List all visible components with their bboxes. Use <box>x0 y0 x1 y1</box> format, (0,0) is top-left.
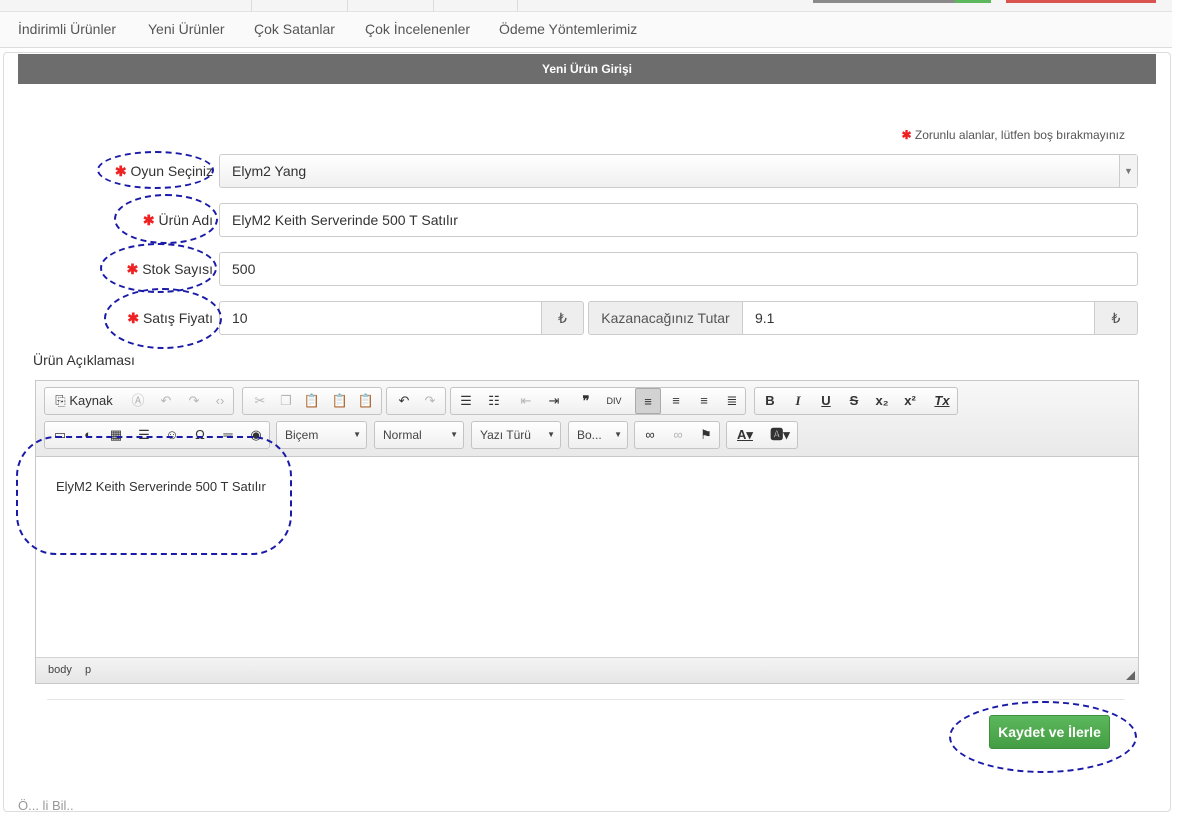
numbered-list-icon[interactable]: ☰ <box>453 388 479 414</box>
resize-handle-icon[interactable] <box>1126 671 1135 680</box>
lira-icon: ₺ <box>1094 301 1138 335</box>
subscript-icon[interactable]: x₂ <box>869 388 895 414</box>
background-color-icon[interactable]: 🅰▾ <box>763 422 797 448</box>
annotation-oval <box>100 243 217 293</box>
divider <box>47 699 1125 700</box>
required-note: ✱ Zorunlu alanlar, lütfen boş bırakmayın… <box>901 128 1125 142</box>
chevron-down-icon: ▼ <box>450 430 458 439</box>
price-input[interactable]: 10 <box>219 301 542 335</box>
paragraph-format-label: Normal <box>383 428 422 442</box>
copy-icon[interactable]: ❐ <box>273 388 299 414</box>
link-icon[interactable]: ∞ <box>637 422 663 448</box>
redo-arrow-icon[interactable]: ↷ <box>417 388 443 414</box>
top-tab[interactable] <box>0 0 252 12</box>
format-style-select[interactable]: Biçem ▼ <box>276 421 367 449</box>
product-name-input[interactable]: ElyM2 Keith Serverinde 500 T Satılır <box>219 203 1138 237</box>
undo-arrow-icon[interactable]: ↶ <box>391 388 417 414</box>
nav-most-reviewed[interactable]: Çok İncelenenler <box>365 21 470 37</box>
lira-icon: ₺ <box>541 301 584 335</box>
top-tab[interactable] <box>348 0 434 12</box>
chevron-down-icon: ▼ <box>547 430 555 439</box>
unlink-icon[interactable]: ∞ <box>665 422 691 448</box>
strikethrough-icon[interactable]: S <box>841 388 867 414</box>
paste-text-icon[interactable]: 📋 <box>327 388 353 414</box>
indent-icon[interactable]: ⇥ <box>541 388 567 414</box>
align-right-icon[interactable]: ≡ <box>691 388 717 414</box>
required-note-text: Zorunlu alanlar, lütfen boş bırakmayınız <box>914 128 1125 142</box>
top-button-green[interactable] <box>955 0 991 3</box>
chevron-down-icon[interactable]: ▼ <box>1119 155 1137 187</box>
path-p[interactable]: p <box>85 664 91 676</box>
top-tab[interactable] <box>252 0 348 12</box>
nav-new-products[interactable]: Yeni Ürünler <box>148 21 225 37</box>
outdent-icon[interactable]: ⇤ <box>513 388 539 414</box>
nav-discounted-products[interactable]: İndirimli Ürünler <box>18 21 116 37</box>
scrollbar-track[interactable] <box>1172 0 1190 806</box>
path-body[interactable]: body <box>48 664 72 676</box>
editor-path-bar: body p <box>36 657 1138 683</box>
toolbar-group-links: ∞ ∞ ⚑ <box>634 421 720 449</box>
remove-format-icon[interactable]: Tx <box>929 388 955 414</box>
anchor-flag-icon[interactable]: ⚑ <box>693 422 719 448</box>
top-button-red[interactable] <box>1006 0 1156 3</box>
nav-best-sellers[interactable]: Çok Satanlar <box>254 21 335 37</box>
annotation-oval <box>104 288 222 349</box>
earnings-label: Kazanacağınız Tutar <box>588 301 743 335</box>
top-button-gray[interactable] <box>813 0 958 3</box>
game-select[interactable]: Elym2 Yang ▼ <box>219 154 1138 188</box>
required-star-icon: ✱ <box>901 128 912 142</box>
underline-icon[interactable]: U <box>813 388 839 414</box>
text-color-icon[interactable]: A▾ <box>729 422 761 448</box>
source-button-label: Kaynak <box>69 393 113 408</box>
bold-icon[interactable]: B <box>757 388 783 414</box>
blockquote-icon[interactable]: ❞ <box>573 388 599 414</box>
earnings-input[interactable]: 9.1 <box>742 301 1095 335</box>
font-family-select[interactable]: Yazı Türü ▼ <box>471 421 561 449</box>
code-icon[interactable]: ‹› <box>207 388 233 414</box>
align-left-icon[interactable]: ≡ <box>635 388 661 414</box>
superscript-icon[interactable]: x² <box>897 388 923 414</box>
top-tab[interactable] <box>434 0 518 12</box>
toolbar-group-history: ↶ ↷ <box>386 387 446 415</box>
annotation-oval <box>949 701 1137 773</box>
redo-icon[interactable]: ↷ <box>181 388 207 414</box>
format-style-label: Biçem <box>285 428 319 442</box>
paste-word-icon[interactable]: 📋 <box>353 388 379 414</box>
annotation-oval <box>114 194 218 244</box>
undo-icon[interactable]: ↶ <box>153 388 179 414</box>
chevron-down-icon: ▼ <box>614 430 622 439</box>
align-justify-icon[interactable]: ≣ <box>719 388 745 414</box>
templates-icon[interactable]: Ⓐ <box>125 388 151 414</box>
source-icon: ⎘ <box>55 393 66 408</box>
font-family-label: Yazı Türü <box>480 428 531 442</box>
toolbar-group-basicstyles: B I U S x₂ x² Tx <box>754 387 958 415</box>
font-size-label: Bo... <box>577 428 602 442</box>
cut-icon[interactable]: ✂ <box>247 388 273 414</box>
bulleted-list-icon[interactable]: ☷ <box>481 388 507 414</box>
category-nav: İndirimli Ürünler Yeni Ürünler Çok Satan… <box>0 12 1172 48</box>
nav-payment-methods[interactable]: Ödeme Yöntemlerimiz <box>499 21 637 37</box>
paragraph-format-select[interactable]: Normal ▼ <box>374 421 464 449</box>
italic-icon[interactable]: I <box>785 388 811 414</box>
font-size-select[interactable]: Bo... ▼ <box>568 421 628 449</box>
paste-icon[interactable]: 📋 <box>299 388 325 414</box>
div-container-icon[interactable]: DIV <box>601 388 627 414</box>
toolbar-group-colors: A▾ 🅰▾ <box>726 421 798 449</box>
game-select-value: Elym2 Yang <box>232 163 307 179</box>
top-strip <box>0 0 1172 12</box>
description-label: Ürün Açıklaması <box>33 352 135 368</box>
align-center-icon[interactable]: ≡ <box>663 388 689 414</box>
annotation-oval <box>97 151 214 189</box>
panel-title: Yeni Ürün Girişi <box>18 54 1156 84</box>
stock-input[interactable]: 500 <box>219 252 1138 286</box>
source-button[interactable]: ⎘ Kaynak <box>49 388 119 414</box>
toolbar-group-clipboard: ✂ ❐ 📋 📋 📋 <box>242 387 382 415</box>
chevron-down-icon: ▼ <box>353 430 361 439</box>
annotation-oval <box>16 436 292 555</box>
toolbar-group-document: ⎘ Kaynak Ⓐ ↶ ↷ ‹› <box>44 387 234 415</box>
toolbar-group-paragraph: ☰ ☷ ⇤ ⇥ ❞ DIV ≡ ≡ ≡ ≣ <box>450 387 746 415</box>
